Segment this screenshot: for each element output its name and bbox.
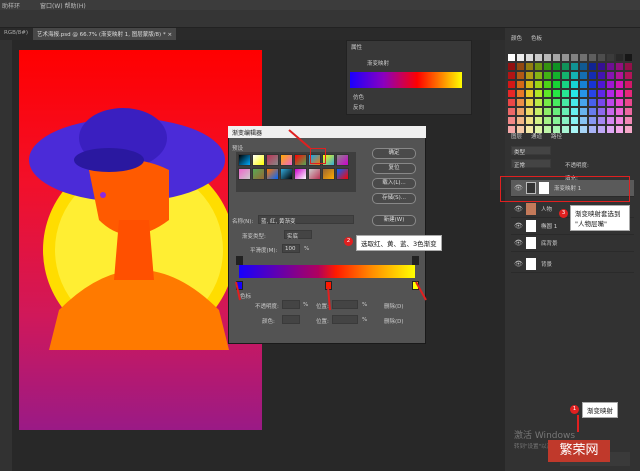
annotation-arrows bbox=[235, 129, 579, 432]
properties-footer-icons[interactable] bbox=[410, 198, 440, 210]
site-logo: 繁荣网 bbox=[548, 440, 610, 462]
